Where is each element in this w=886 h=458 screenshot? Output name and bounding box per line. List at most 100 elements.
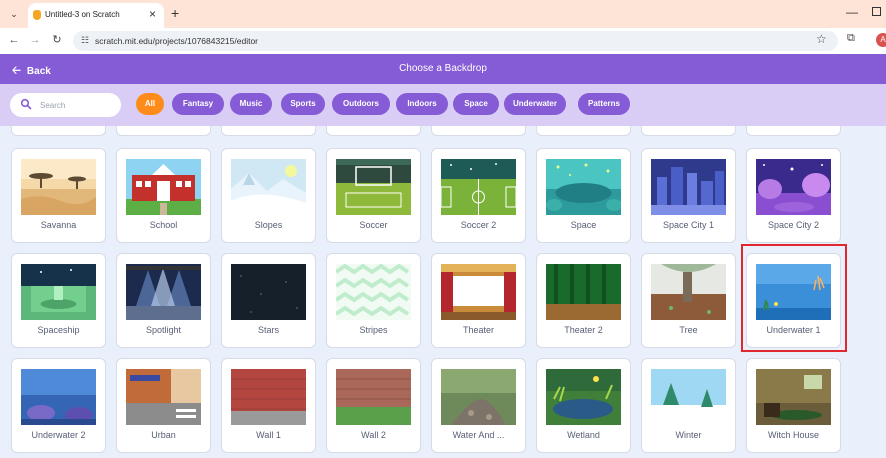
- search-icon: [20, 98, 32, 110]
- search-input[interactable]: [40, 97, 114, 113]
- backdrop-thumbnail: [546, 264, 621, 320]
- bookmark-star-icon[interactable]: ☆: [816, 32, 827, 46]
- partial-card[interactable]: [431, 126, 526, 136]
- window-minimize-icon[interactable]: —: [846, 5, 858, 19]
- backdrop-card[interactable]: Theater 2: [536, 253, 631, 348]
- partial-card[interactable]: [641, 126, 736, 136]
- backdrop-thumbnail: [231, 159, 306, 215]
- backdrop-card[interactable]: Soccer 2: [431, 148, 526, 243]
- backdrop-name: Water And ...: [452, 430, 505, 440]
- partial-card[interactable]: [746, 126, 841, 136]
- category-chip-outdoors[interactable]: Outdoors: [332, 93, 390, 115]
- backdrop-thumbnail: [231, 369, 306, 425]
- backdrop-grid: Savanna School Slopes Soccer Soccer 2 Space Sp…: [0, 126, 886, 458]
- backdrop-thumbnail: [336, 159, 411, 215]
- backdrop-thumbnail: [441, 369, 516, 425]
- selection-highlight: [741, 244, 847, 352]
- backdrop-thumbnail: [651, 159, 726, 215]
- backdrop-card[interactable]: School: [116, 148, 211, 243]
- extensions-icon[interactable]: ⧉: [847, 32, 855, 45]
- library-header: 🡠 Back Choose a Backdrop: [0, 54, 886, 84]
- backdrop-name: Underwater 2: [31, 430, 86, 440]
- backdrop-name: Space City 1: [662, 220, 715, 230]
- backdrop-name: Savanna: [40, 220, 77, 230]
- backdrop-name: Stars: [257, 325, 279, 335]
- backdrop-card[interactable]: Space City 2: [746, 148, 841, 243]
- category-chip-indoors[interactable]: Indoors: [396, 93, 448, 115]
- backdrop-name: Theater 2: [564, 325, 603, 335]
- backdrop-card[interactable]: Space: [536, 148, 631, 243]
- backdrop-name: Space: [570, 220, 597, 230]
- category-chip-patterns[interactable]: Patterns: [578, 93, 630, 115]
- backdrop-name: Wetland: [567, 430, 600, 440]
- tab-close-icon[interactable]: ×: [149, 7, 156, 21]
- backdrop-card[interactable]: Savanna: [11, 148, 106, 243]
- page-title: Choose a Backdrop: [399, 63, 487, 74]
- backdrop-name: Winter: [675, 430, 702, 440]
- partial-card[interactable]: [326, 126, 421, 136]
- backdrop-name: Spaceship: [37, 325, 80, 335]
- backdrop-card[interactable]: Stars: [221, 253, 316, 348]
- backdrop-card[interactable]: Spaceship: [11, 253, 106, 348]
- partial-card[interactable]: [11, 126, 106, 136]
- tab-search-chevron-icon[interactable]: ⌄: [5, 6, 23, 22]
- backdrop-name: Wall 1: [256, 430, 281, 440]
- site-settings-icon[interactable]: ☷: [81, 35, 89, 46]
- category-chip-all[interactable]: All: [136, 93, 164, 115]
- tab-title: Untitled-3 on Scratch: [45, 10, 120, 19]
- backdrop-thumbnail: [546, 159, 621, 215]
- backdrop-card[interactable]: Space City 1: [641, 148, 736, 243]
- backdrop-name: Urban: [151, 430, 176, 440]
- partial-card[interactable]: [536, 126, 631, 136]
- backdrop-card[interactable]: Stripes: [326, 253, 421, 348]
- back-arrow-icon[interactable]: ←: [6, 32, 22, 48]
- url-text: scratch.mit.edu/projects/1076843215/edit…: [95, 36, 259, 46]
- backdrop-card[interactable]: Urban: [116, 358, 211, 453]
- new-tab-plus-icon[interactable]: +: [171, 5, 179, 21]
- backdrop-card[interactable]: Wall 1: [221, 358, 316, 453]
- backdrop-card[interactable]: Soccer: [326, 148, 421, 243]
- category-chip-underwater[interactable]: Underwater: [504, 93, 566, 115]
- filter-bar: All Fantasy Music Sports Outdoors IndoorsSpac…: [0, 84, 886, 126]
- backdrop-card[interactable]: Spotlight: [116, 253, 211, 348]
- backdrop-thumbnail: [126, 264, 201, 320]
- backdrop-name: Theater: [462, 325, 495, 335]
- backdrop-card[interactable]: Tree: [641, 253, 736, 348]
- backdrop-name: Soccer 2: [460, 220, 497, 230]
- category-chip-sports[interactable]: Sports: [281, 93, 325, 115]
- backdrop-thumbnail: [336, 369, 411, 425]
- backdrop-card[interactable]: Water And ...: [431, 358, 526, 453]
- backdrop-card[interactable]: Slopes: [221, 148, 316, 243]
- category-chip-music[interactable]: Music: [230, 93, 272, 115]
- backdrop-thumbnail: [336, 264, 411, 320]
- backdrop-card[interactable]: Wetland: [536, 358, 631, 453]
- backdrop-card[interactable]: Witch House: [746, 358, 841, 453]
- backdrop-thumbnail: [21, 159, 96, 215]
- reload-icon[interactable]: ↻: [49, 32, 65, 48]
- backdrop-thumbnail: [651, 264, 726, 320]
- category-chip-space[interactable]: Space: [453, 93, 499, 115]
- backdrop-card[interactable]: Wall 2: [326, 358, 421, 453]
- backdrop-thumbnail: [441, 264, 516, 320]
- address-bar[interactable]: ☷ scratch.mit.edu/projects/1076843215/ed…: [73, 31, 838, 51]
- backdrop-name: Slopes: [254, 220, 283, 230]
- partial-card[interactable]: [221, 126, 316, 136]
- browser-tab[interactable]: Untitled-3 on Scratch ×: [28, 3, 164, 28]
- scratch-favicon-icon: [33, 10, 41, 20]
- backdrop-thumbnail: [756, 159, 831, 215]
- backdrop-card[interactable]: Underwater 2: [11, 358, 106, 453]
- search-box[interactable]: [10, 93, 121, 117]
- browser-tab-bar: ⌄ Untitled-3 on Scratch × + —: [0, 0, 886, 28]
- backdrop-name: School: [149, 220, 178, 230]
- backdrop-thumbnail: [21, 264, 96, 320]
- window-maximize-icon[interactable]: [872, 7, 881, 16]
- backdrop-name: Spotlight: [145, 325, 182, 335]
- forward-arrow-icon[interactable]: →: [27, 32, 43, 48]
- backdrop-thumbnail: [651, 369, 726, 425]
- backdrop-card[interactable]: Theater: [431, 253, 526, 348]
- partial-card[interactable]: [116, 126, 211, 136]
- backdrop-card[interactable]: Winter: [641, 358, 736, 453]
- profile-avatar[interactable]: A: [876, 33, 886, 47]
- backdrop-thumbnail: [546, 369, 621, 425]
- category-chip-fantasy[interactable]: Fantasy: [172, 93, 224, 115]
